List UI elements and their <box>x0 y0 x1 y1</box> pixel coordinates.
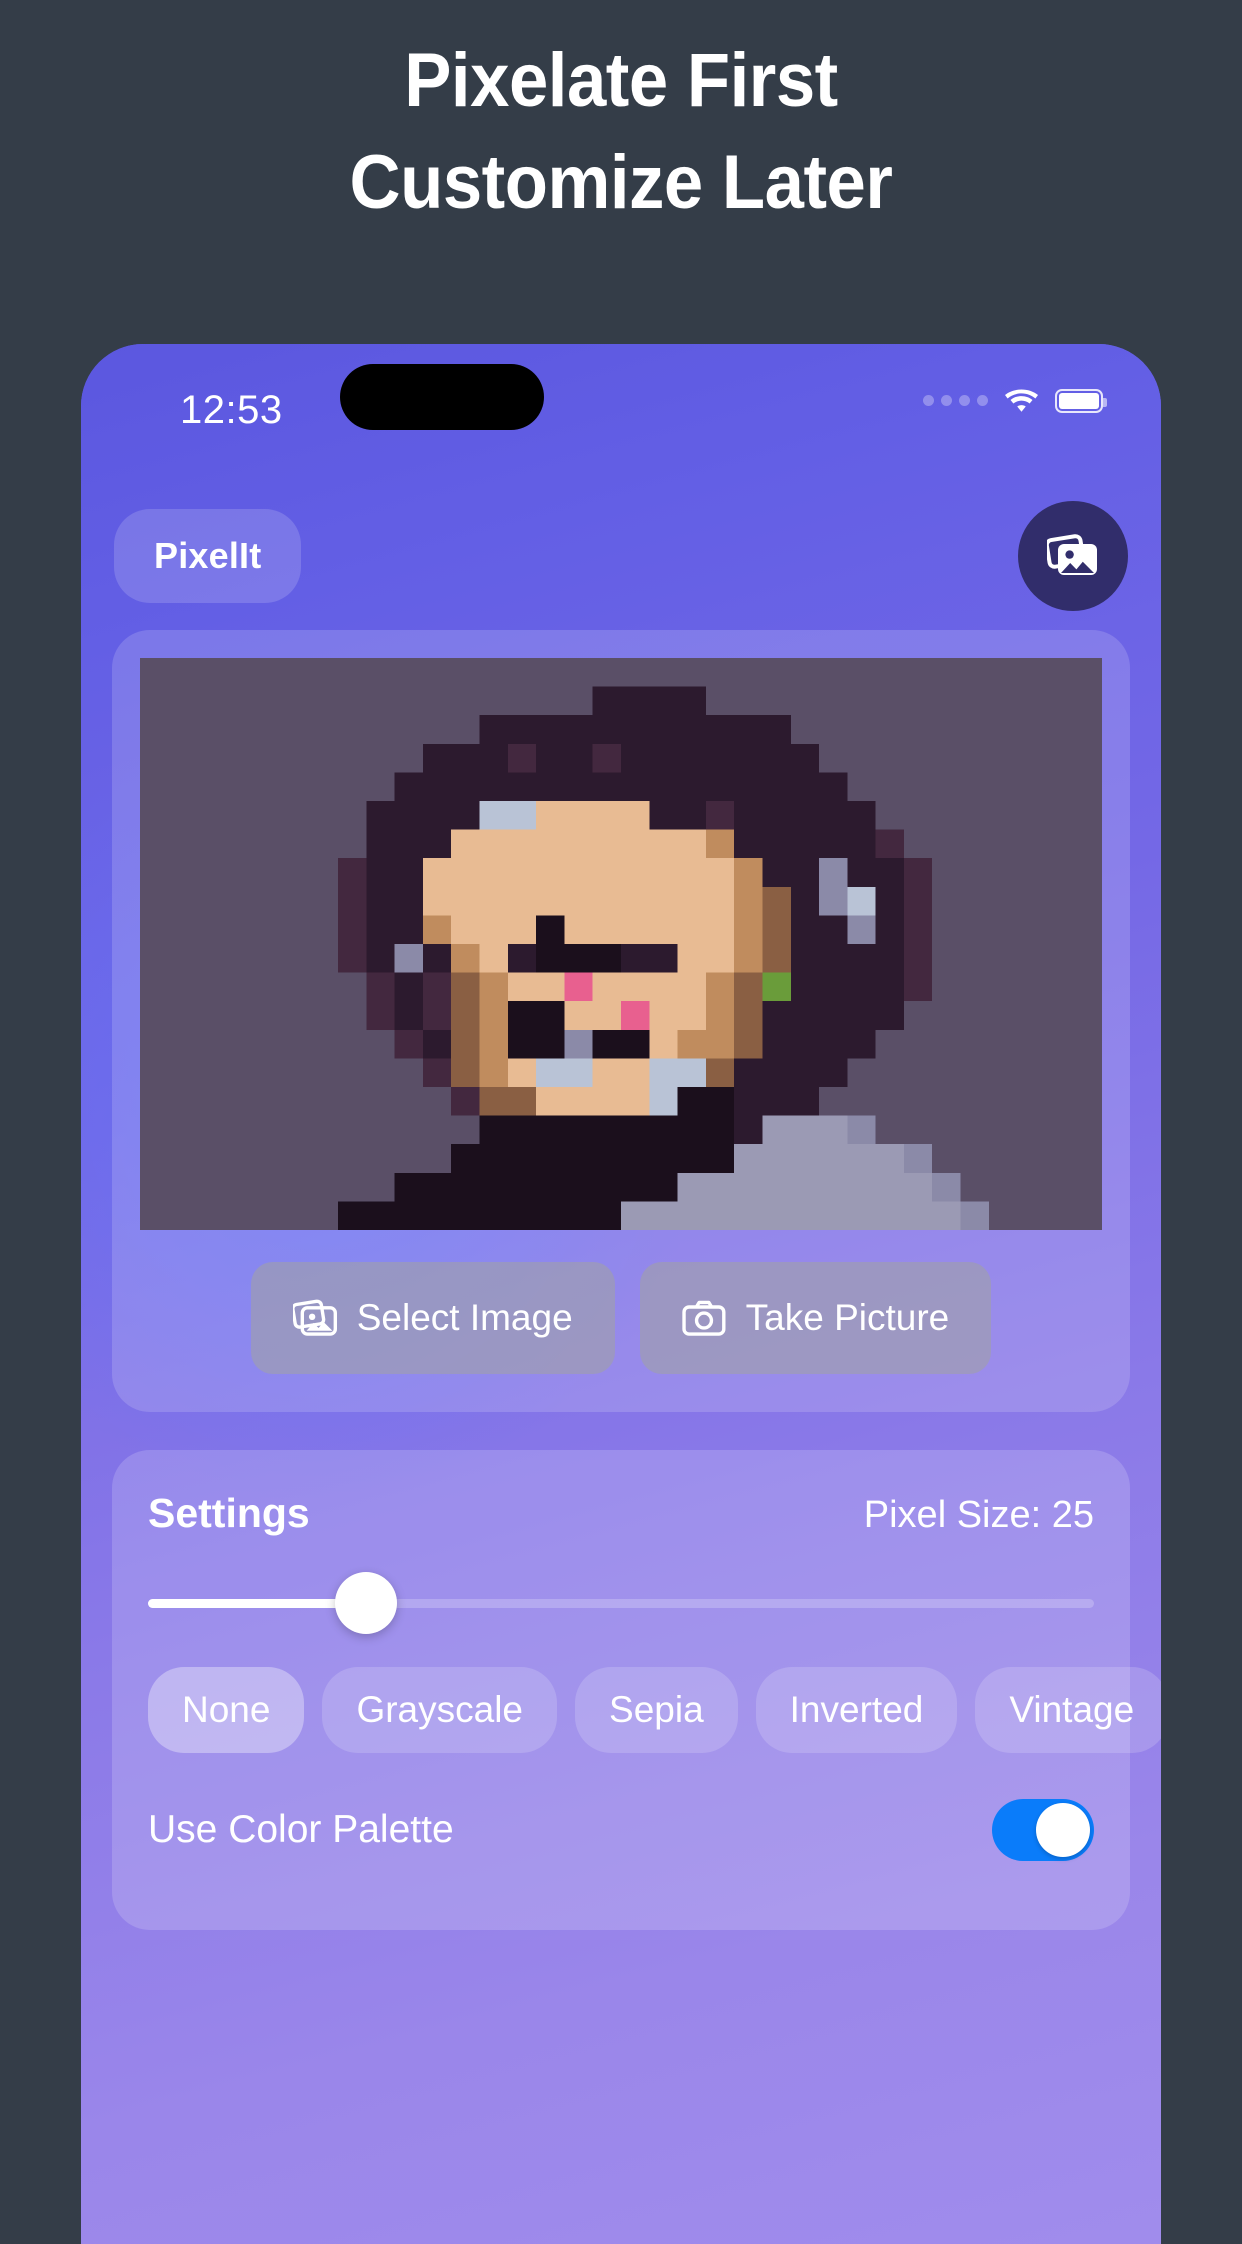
gallery-icon <box>292 1299 337 1336</box>
filter-chip-inverted[interactable]: Inverted <box>755 1667 958 1753</box>
phone-mockup: 12:53 PixelIt Select Image Take Picture … <box>81 344 1161 2244</box>
take-picture-button[interactable]: Take Picture <box>639 1262 992 1374</box>
filter-chip-sepia[interactable]: Sepia <box>575 1667 738 1753</box>
image-source-buttons: Select Image Take Picture <box>250 1262 992 1374</box>
take-picture-label: Take Picture <box>745 1297 950 1338</box>
pixel-size-slider[interactable] <box>148 1572 1094 1634</box>
slider-thumb[interactable] <box>334 1572 397 1634</box>
gallery-icon <box>1047 534 1097 575</box>
promo-headline: Pixelate First Customize Later <box>43 0 1198 234</box>
settings-title: Settings <box>148 1490 310 1536</box>
dynamic-island <box>340 364 544 430</box>
filter-chip-list: None Grayscale Sepia Inverted Vintage <box>148 1667 1161 1753</box>
settings-header: Settings Pixel Size: 25 <box>148 1490 1094 1537</box>
gallery-button[interactable] <box>1018 501 1128 611</box>
app-header: PixelIt <box>81 496 1161 616</box>
preview-card: Select Image Take Picture <box>112 630 1130 1412</box>
color-palette-label: Use Color Palette <box>148 1808 454 1851</box>
signal-dots-icon <box>923 395 988 406</box>
color-palette-row: Use Color Palette <box>148 1799 1094 1861</box>
settings-card: Settings Pixel Size: 25 None Grayscale Sep… <box>112 1450 1161 1930</box>
wifi-icon <box>1005 389 1038 412</box>
select-image-label: Select Image <box>356 1297 573 1338</box>
promo-headline-line2: Customize Later <box>349 140 893 225</box>
filter-chip-none[interactable]: None <box>148 1667 305 1753</box>
status-bar: 12:53 <box>81 344 1161 462</box>
app-title: PixelIt <box>114 509 302 603</box>
filter-chip-grayscale[interactable]: Grayscale <box>322 1667 558 1753</box>
pixelated-image-preview[interactable] <box>140 658 1102 1230</box>
status-bar-clock: 12:53 <box>180 388 283 432</box>
pixel-art-canvas <box>140 658 1102 1230</box>
camera-icon <box>682 1300 726 1336</box>
select-image-button[interactable]: Select Image <box>250 1262 615 1374</box>
pixel-size-value: Pixel Size: 25 <box>863 1494 1094 1536</box>
color-palette-toggle[interactable] <box>992 1799 1094 1861</box>
battery-full-icon <box>1055 388 1107 413</box>
slider-fill <box>148 1598 366 1608</box>
promo-headline-line1: Pixelate First <box>404 38 838 123</box>
status-bar-indicators <box>923 388 1107 413</box>
filter-chip-vintage[interactable]: Vintage <box>975 1667 1161 1753</box>
